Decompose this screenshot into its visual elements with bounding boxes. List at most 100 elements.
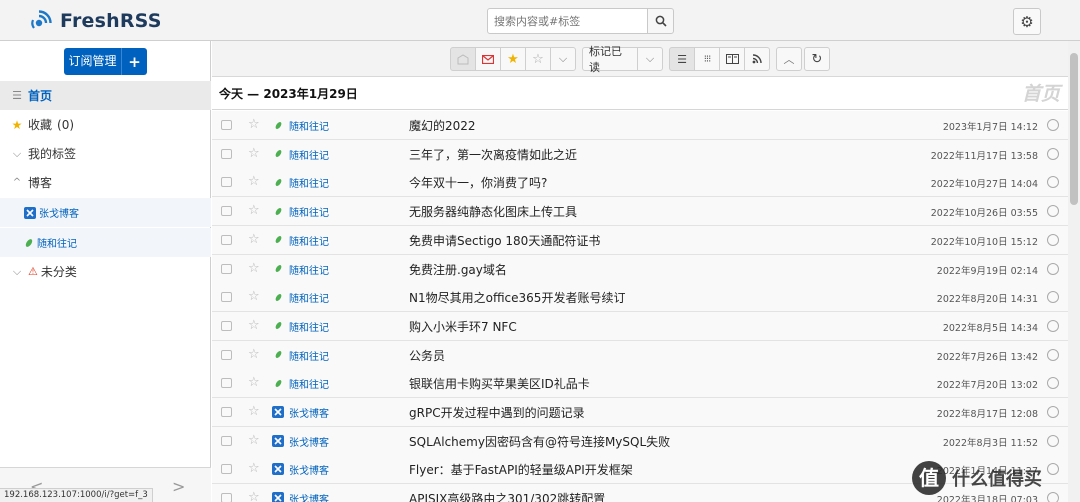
search-button[interactable] <box>647 8 674 34</box>
favorite-star-icon[interactable]: ☆ <box>248 490 260 502</box>
article-row[interactable]: ☆ 随和往记 购入小米手环7 NFC 2022年8月5日 14:34 <box>212 311 1068 341</box>
filter-unread-mail-button[interactable] <box>475 47 501 71</box>
scrollbar-thumb[interactable] <box>1070 53 1078 205</box>
article-title[interactable]: 购入小米手环7 NFC <box>409 318 517 335</box>
view-reader-button[interactable] <box>719 47 745 71</box>
favorite-star-icon[interactable]: ☆ <box>248 203 260 218</box>
article-row[interactable]: ☆ 随和往记 三年了，第一次离疫情如此之近 2022年11月17日 13:58 <box>212 139 1068 169</box>
sidebar-item-favorites[interactable]: ★ 收藏 (0) <box>0 110 211 139</box>
article-row[interactable]: ☆ 随和往记 免费注册.gay域名 2022年9月19日 02:14 <box>212 254 1068 284</box>
article-feed-name[interactable]: 张戈博客 <box>289 462 329 477</box>
article-row[interactable]: ☆ 随和往记 银联信用卡购买苹果美区ID礼品卡 2022年7月20日 13:02 <box>212 369 1068 399</box>
article-title[interactable]: 无服务器纯静态化图床上传工具 <box>409 203 577 220</box>
favorite-star-icon[interactable]: ☆ <box>248 318 260 333</box>
article-title[interactable]: 魔幻的2022 <box>409 117 476 134</box>
sidebar-category-uncategorized[interactable]: ⌵ ⚠ 未分类 <box>0 257 211 286</box>
mark-read-icon[interactable] <box>221 177 232 188</box>
next-arrow-icon[interactable]: > <box>172 477 185 496</box>
rss-output-button[interactable] <box>744 47 770 71</box>
article-feed-name[interactable]: 张戈博客 <box>289 491 329 502</box>
external-link-icon[interactable] <box>1047 348 1059 361</box>
mark-read-icon[interactable] <box>221 349 232 360</box>
favorite-star-icon[interactable]: ☆ <box>248 375 260 390</box>
app-logo[interactable]: FreshRSS <box>30 9 162 33</box>
article-row[interactable]: ☆ 随和往记 免费申请Sectigo 180天通配符证书 2022年10月10日 15… <box>212 225 1068 255</box>
article-title[interactable]: APISIX高级路由之301/302跳转配置 <box>409 490 605 502</box>
external-link-icon[interactable] <box>1047 406 1059 418</box>
article-title[interactable]: 免费注册.gay域名 <box>409 261 507 278</box>
external-link-icon[interactable] <box>1047 205 1059 218</box>
article-feed-name[interactable]: 随和往记 <box>289 290 329 305</box>
article-feed-name[interactable]: 随和往记 <box>289 233 329 248</box>
favorite-star-icon[interactable]: ☆ <box>248 146 260 161</box>
article-title[interactable]: 银联信用卡购买苹果美区ID礼品卡 <box>409 375 590 392</box>
sidebar-feed-suihe[interactable]: 随和往记 <box>0 228 211 257</box>
add-feed-icon[interactable]: + <box>122 53 147 71</box>
article-row[interactable]: ☆ 随和往记 无服务器纯静态化图床上传工具 2022年10月26日 03:55 <box>212 197 1068 227</box>
article-feed-name[interactable]: 随和往记 <box>289 262 329 277</box>
external-link-icon[interactable] <box>1047 262 1059 275</box>
article-row[interactable]: ☆ 随和往记 今年双十一，你消费了吗? 2022年10月27日 14:04 <box>212 168 1068 198</box>
external-link-icon[interactable] <box>1047 377 1059 390</box>
external-link-icon[interactable] <box>1047 176 1059 189</box>
sidebar-item-tags[interactable]: ⌵ 我的标签 <box>0 139 211 168</box>
article-row[interactable]: ☆ 张戈博客 gRPC开发过程中遇到的问题记录 2022年8月17日 12:08 <box>212 398 1068 427</box>
article-feed-name[interactable]: 随和往记 <box>289 175 329 190</box>
mark-read-icon[interactable] <box>221 464 232 475</box>
article-title[interactable]: 今年双十一，你消费了吗? <box>409 174 547 191</box>
mark-read-icon[interactable] <box>221 435 232 446</box>
external-link-icon[interactable] <box>1047 147 1059 160</box>
chevron-up-icon[interactable]: ^ <box>10 177 24 188</box>
mark-read-icon[interactable] <box>221 320 232 331</box>
mark-read-icon[interactable] <box>221 407 232 417</box>
view-normal-button[interactable]: ☰ <box>669 47 695 71</box>
filter-dropdown-button[interactable]: ⌵ <box>550 47 576 71</box>
article-row[interactable]: ☆ 随和往记 N1物尽其用之office365开发者账号续订 2022年8月20日 1… <box>212 283 1068 313</box>
mark-read-dropdown-button[interactable]: ⌵ <box>637 47 663 71</box>
search-input[interactable] <box>487 8 648 34</box>
article-feed-name[interactable]: 随和往记 <box>289 118 329 133</box>
favorite-star-icon[interactable]: ☆ <box>248 404 260 419</box>
article-title[interactable]: Flyer：基于FastAPI的轻量级API开发框架 <box>409 461 633 478</box>
mark-read-button[interactable]: 标记已读 <box>582 45 638 74</box>
favorite-star-icon[interactable]: ☆ <box>248 232 260 247</box>
favorite-star-icon[interactable]: ☆ <box>248 461 260 476</box>
external-link-icon[interactable] <box>1047 233 1059 246</box>
subscription-management-button[interactable]: 订阅管理 + <box>64 48 147 75</box>
article-title[interactable]: 公务员 <box>409 347 445 364</box>
article-title[interactable]: 三年了，第一次离疫情如此之近 <box>409 146 577 163</box>
mark-read-icon[interactable] <box>221 378 232 389</box>
article-title[interactable]: N1物尽其用之office365开发者账号续订 <box>409 289 625 306</box>
article-title[interactable]: SQLAlchemy因密码含有@符号连接MySQL失败 <box>409 433 670 450</box>
favorite-star-icon[interactable]: ☆ <box>248 174 260 189</box>
article-feed-name[interactable]: 张戈博客 <box>289 405 329 420</box>
article-feed-name[interactable]: 随和往记 <box>289 348 329 363</box>
external-link-icon[interactable] <box>1047 319 1059 332</box>
filter-unread-button[interactable] <box>450 47 476 71</box>
article-title[interactable]: gRPC开发过程中遇到的问题记录 <box>409 404 585 421</box>
external-link-icon[interactable] <box>1047 119 1059 131</box>
article-row[interactable]: ☆ 张戈博客 SQLAlchemy因密码含有@符号连接MySQL失败 2022年8月3… <box>212 426 1068 456</box>
article-feed-name[interactable]: 随和往记 <box>289 376 329 391</box>
sidebar-item-home[interactable]: ☰ 首页 <box>0 81 211 110</box>
view-grid-button[interactable]: ⁝⁝⁝ <box>694 47 720 71</box>
article-title[interactable]: 免费申请Sectigo 180天通配符证书 <box>409 232 600 249</box>
mark-read-icon[interactable] <box>221 292 232 303</box>
article-row[interactable]: ☆ 随和往记 公务员 2022年7月26日 13:42 <box>212 340 1068 370</box>
refresh-button[interactable]: ↻ <box>804 47 830 71</box>
sidebar-category-blogs[interactable]: ^ 博客 <box>0 168 211 197</box>
external-link-icon[interactable] <box>1047 434 1059 447</box>
mark-read-icon[interactable] <box>221 120 232 130</box>
article-row[interactable]: ☆ 随和往记 魔幻的2022 2023年1月7日 14:12 <box>212 111 1068 140</box>
favorite-star-icon[interactable]: ☆ <box>248 117 260 132</box>
favorite-star-icon[interactable]: ☆ <box>248 433 260 448</box>
favorite-star-icon[interactable]: ☆ <box>248 289 260 304</box>
article-feed-name[interactable]: 随和往记 <box>289 147 329 162</box>
settings-button[interactable]: ⚙ <box>1013 8 1041 35</box>
chevron-down-icon[interactable]: ⌵ <box>10 147 24 161</box>
mark-read-icon[interactable] <box>221 234 232 245</box>
article-feed-name[interactable]: 张戈博客 <box>289 434 329 449</box>
favorite-star-icon[interactable]: ☆ <box>248 347 260 362</box>
chevron-down-icon[interactable]: ⌵ <box>10 265 24 279</box>
filter-favorites-button[interactable]: ★ <box>500 47 526 71</box>
